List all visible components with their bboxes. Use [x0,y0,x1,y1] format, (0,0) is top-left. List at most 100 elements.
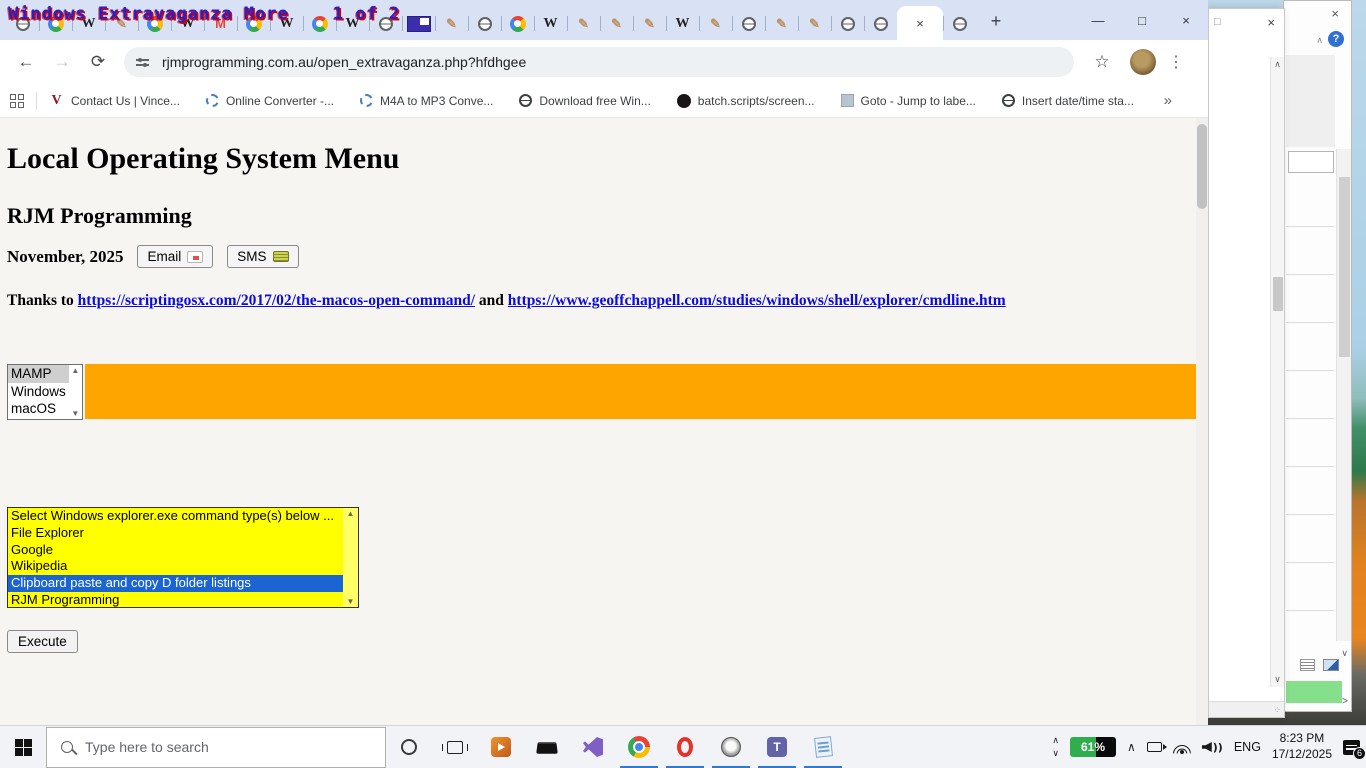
resize-grip[interactable]: ⁘ [1273,705,1282,716]
page-scrollbar-thumb[interactable] [1197,124,1207,209]
collapse-ribbon-icon[interactable]: ∧ [1316,35,1323,46]
browser-tab[interactable] [943,7,976,40]
browser-tab[interactable] [402,7,435,40]
page-scrollbar[interactable] [1196,118,1208,725]
browser-tab[interactable] [468,7,501,40]
command-option[interactable]: Clipboard paste and copy D folder listin… [8,575,343,592]
scroll-up-icon[interactable]: ∧ [1274,59,1281,70]
browser-tab[interactable]: W [666,7,699,40]
browser-tab[interactable] [237,7,270,40]
task-view-button[interactable] [432,726,478,768]
email-button[interactable]: Email [137,245,213,268]
bookmark-item[interactable]: Download free Win... [519,94,650,108]
scroll-down-icon[interactable]: ▼ [347,597,355,606]
browser-tab[interactable]: W [270,7,303,40]
scroll-down-icon[interactable]: ▼ [71,409,79,418]
browser-tab[interactable] [39,7,72,40]
wallet-app-button[interactable] [524,726,570,768]
command-option[interactable]: Google [8,542,343,559]
command-listbox-scrollbar[interactable]: ▲ ▼ [343,508,358,607]
tab-close-icon[interactable]: × [916,17,924,30]
chevron-up-icon[interactable]: ∧ [1052,736,1059,745]
browser-tab[interactable]: ✎ [633,7,666,40]
bookmark-item[interactable]: M4A to MP3 Conve... [360,94,493,108]
horizontal-scrollbar[interactable]: ⁘ [1209,701,1284,717]
os-option[interactable]: Windows [8,383,69,401]
wifi-icon[interactable] [1173,741,1191,754]
os-option[interactable]: MAMP [8,365,69,383]
browser-tab[interactable] [864,7,897,40]
details-view-icon[interactable] [1300,659,1315,671]
hidden-icons-chevron[interactable]: ∧ [1127,740,1136,754]
scroll-right-icon[interactable]: > [1342,696,1348,707]
teams-button[interactable]: T [754,726,800,768]
bookmarks-overflow-icon[interactable]: » [1164,92,1198,109]
browser-tab[interactable] [303,7,336,40]
bookmark-item[interactable]: Online Converter -... [206,94,334,108]
thumbnail-view-icon[interactable] [1323,659,1339,671]
bookmark-item[interactable]: Insert date/time sta... [1002,94,1134,108]
scroll-down-icon[interactable]: ∨ [1341,648,1348,659]
active-tab[interactable]: × [897,6,943,40]
command-option[interactable]: Select Windows explorer.exe command type… [8,508,343,525]
new-tab-button[interactable]: + [982,7,1010,35]
notification-icon[interactable]: 6 [1343,740,1360,755]
opera-button[interactable] [662,726,708,768]
notepad-button[interactable] [800,726,846,768]
chrome-button[interactable] [616,726,662,768]
clock[interactable]: 8:23 PM 17/12/2025 [1272,731,1332,762]
vertical-scrollbar[interactable] [1336,149,1351,641]
browser-tab[interactable]: ✎ [765,7,798,40]
profile-avatar[interactable] [1130,49,1156,75]
vertical-scrollbar[interactable]: ∧ ∨ [1270,57,1284,687]
browser-tab[interactable]: ✎ [435,7,468,40]
os-option[interactable]: macOS [8,400,69,418]
maximize-icon[interactable]: □ [1214,16,1221,28]
geoffchappell-link[interactable]: https://www.geoffchappell.com/studies/wi… [508,292,1006,309]
apps-grid-icon[interactable] [10,94,24,108]
browser-tab[interactable]: M [204,7,237,40]
language-indicator[interactable]: ENG [1234,740,1261,754]
help-icon[interactable]: ? [1328,31,1344,47]
taskbar-search[interactable]: Type here to search [46,727,386,768]
execute-button[interactable]: Execute [7,630,78,653]
back-icon[interactable]: ← [12,48,40,76]
close-button[interactable]: × [1164,0,1208,40]
bookmark-item[interactable]: Goto - Jump to labe... [841,94,976,108]
browser-tab[interactable] [501,7,534,40]
browser-tab[interactable]: ✎ [105,7,138,40]
start-button[interactable] [0,726,46,768]
browser-tab[interactable] [369,7,402,40]
minimize-button[interactable]: — [1076,0,1120,40]
meet-now-icon[interactable] [1147,742,1162,752]
scrollbar-thumb[interactable] [1339,177,1350,357]
browser-tab[interactable] [831,7,864,40]
browser-tab[interactable]: W [336,7,369,40]
scroll-up-icon[interactable]: ▲ [71,366,79,375]
visual-studio-button[interactable] [570,726,616,768]
browser-tab[interactable]: ✎ [567,7,600,40]
address-bar[interactable]: rjmprogramming.com.au/open_extravaganza.… [124,47,1074,77]
cell-box[interactable] [1288,151,1334,173]
command-listbox[interactable]: Select Windows explorer.exe command type… [7,507,359,608]
sms-button[interactable]: SMS [227,245,298,268]
url-text[interactable]: rjmprogramming.com.au/open_extravaganza.… [162,54,526,70]
battery-indicator[interactable]: 61% [1070,737,1116,757]
gray-app-button[interactable] [708,726,754,768]
command-option[interactable]: File Explorer [8,525,343,542]
browser-tab[interactable]: ✎ [798,7,831,40]
scroll-up-icon[interactable]: ▲ [347,509,355,518]
browser-tab[interactable] [6,7,39,40]
tray-scroll-icons[interactable]: ∧ ∨ [1052,736,1059,758]
close-icon[interactable]: × [1331,6,1339,21]
os-listbox[interactable]: MAMPWindowsmacOS ▲ ▼ [7,364,83,420]
reload-icon[interactable]: ⟳ [84,48,112,76]
bookmark-item[interactable]: batch.scripts/screen... [677,94,815,108]
browser-menu-icon[interactable]: ⋮ [1166,52,1186,72]
scroll-down-icon[interactable]: ∨ [1274,674,1281,685]
volume-icon[interactable]: )) [1202,741,1223,754]
browser-tab[interactable]: W [171,7,204,40]
browser-tab[interactable]: ✎ [600,7,633,40]
command-option[interactable]: RJM Programming [8,592,343,607]
media-player-button[interactable] [478,726,524,768]
